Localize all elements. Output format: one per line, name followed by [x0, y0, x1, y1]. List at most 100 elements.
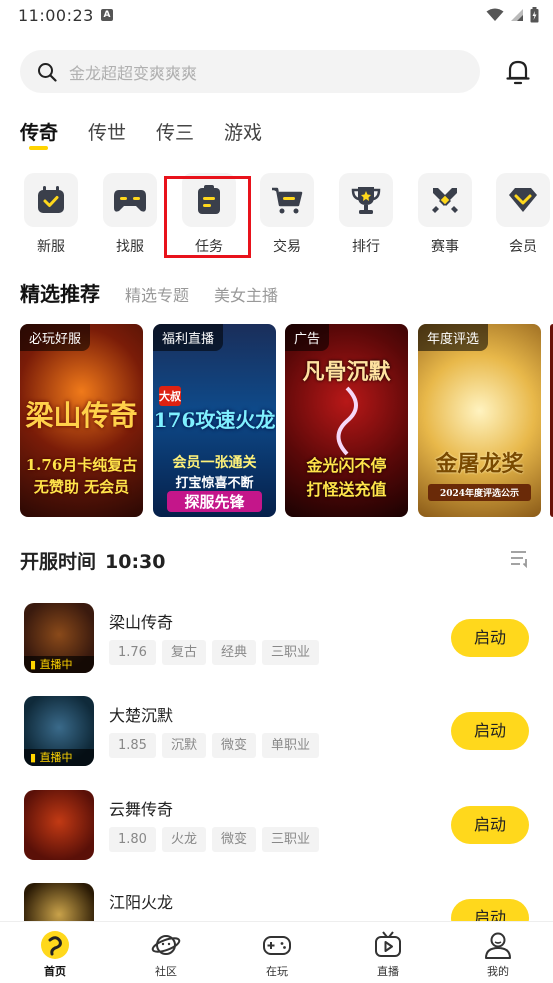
game-tag: 1.80: [109, 827, 156, 852]
func-find-server[interactable]: 找服: [103, 173, 159, 256]
banner-line: 打宝惊喜不断: [175, 476, 254, 491]
game-tags: 1.76 复古 经典 三职业: [109, 640, 319, 665]
banner-line: 金光闪不停: [306, 456, 387, 475]
bottom-nav: 首页 社区 在玩 直播 我的: [0, 921, 553, 983]
tab-chuansan[interactable]: 传三: [156, 118, 194, 148]
search-bar[interactable]: 金龙超超变爽爽爽: [20, 50, 480, 93]
game-tag: 微变: [211, 733, 256, 758]
banner-line: 2024年度评选公示: [428, 484, 531, 501]
game-row[interactable]: 江阳火龙 启动: [0, 883, 553, 921]
status-bar: 11:00:23 A: [0, 0, 553, 32]
game-tag: 三职业: [261, 640, 319, 665]
func-label: 赛事: [431, 239, 459, 255]
func-ranking[interactable]: 排行: [339, 173, 395, 256]
live-icon: ▮: [30, 658, 40, 671]
nav-community[interactable]: 社区: [136, 930, 196, 979]
banner-title: 凡骨沉默: [302, 359, 391, 385]
game-name: 江阳火龙: [109, 893, 174, 912]
live-label: 直播中: [39, 751, 73, 764]
tv-play-icon: [375, 931, 401, 957]
banner-card[interactable]: 梁山传奇 1.76月卡纯复古 无赞助 无会员 必玩好服: [20, 324, 143, 517]
game-tag: 三职业: [261, 827, 319, 852]
bell-icon[interactable]: [505, 58, 531, 86]
launch-button[interactable]: 启动: [451, 619, 529, 657]
launch-button[interactable]: 启动: [451, 899, 529, 921]
nav-label: 我的: [487, 965, 509, 978]
nav-home[interactable]: 首页: [25, 930, 85, 979]
func-vip[interactable]: 会员: [496, 173, 552, 256]
banner-card[interactable]: 凡骨沉默 金光闪不停 打怪送充值 广告: [285, 324, 408, 517]
banner-title: 梁山传奇: [25, 399, 138, 432]
game-tag: 复古: [161, 640, 206, 665]
game-row[interactable]: ▮ 直播中 梁山传奇 1.76 复古 经典 三职业 启动: [0, 603, 553, 675]
banner-card[interactable]: 大叔 176攻速火龙 会员一张通关 打宝惊喜不断 探服先锋 福利直播: [153, 324, 276, 517]
nav-profile[interactable]: 我的: [468, 930, 528, 979]
function-grid: 新服 找服 任务 交易 排行 赛事 会员: [0, 173, 553, 263]
game-name: 梁山传奇: [109, 613, 174, 632]
planet-icon: [151, 935, 181, 955]
func-label: 会员: [509, 239, 537, 255]
task-highlight-box: [164, 176, 251, 258]
func-label: 排行: [352, 239, 380, 255]
active-tab-indicator: [29, 146, 48, 150]
launch-button[interactable]: 启动: [451, 712, 529, 750]
game-list: ▮ 直播中 梁山传奇 1.76 复古 经典 三职业 启动 ▮ 直播中 大楚沉默 …: [0, 603, 553, 921]
search-icon: [38, 62, 57, 82]
wifi-icon: [486, 8, 504, 21]
live-icon: ▮: [30, 751, 40, 764]
func-events[interactable]: 赛事: [418, 173, 474, 256]
banner-title: 金屠龙奖: [435, 451, 524, 477]
shopping-cart-icon: [272, 187, 303, 214]
home-logo-icon: [41, 931, 69, 959]
game-tag: 单职业: [261, 733, 319, 758]
tab-chuanqi[interactable]: 传奇: [20, 118, 58, 148]
banner-line: 打怪送充值: [306, 480, 387, 499]
nav-label: 社区: [155, 965, 177, 978]
status-icons: [486, 6, 539, 24]
live-badge: ▮ 直播中: [24, 749, 94, 766]
banner-dragon-art: [336, 386, 358, 456]
nav-label: 在玩: [266, 965, 288, 978]
game-tags: 1.80 火龙 微变 三职业: [109, 827, 319, 852]
func-label: 新服: [37, 239, 65, 255]
banner-line: 探服先锋: [167, 491, 262, 512]
game-tag: 经典: [211, 640, 256, 665]
tab-youxi[interactable]: 游戏: [224, 118, 262, 148]
func-trade[interactable]: 交易: [260, 173, 316, 256]
list-sort-icon[interactable]: [510, 550, 530, 568]
server-section-time: 10:30: [105, 551, 166, 573]
banner-card[interactable]: 金屠龙奖 2024年度评选公示 年度评选: [418, 324, 541, 517]
func-new-server[interactable]: 新服: [24, 173, 80, 256]
game-thumbnail: ▮ 直播中: [24, 696, 94, 766]
launch-button[interactable]: 启动: [451, 806, 529, 844]
nav-live[interactable]: 直播: [358, 930, 418, 979]
banner-badge: 大叔: [159, 386, 181, 406]
game-row[interactable]: 云舞传奇 1.80 火龙 微变 三职业 启动: [0, 790, 553, 862]
user-icon: [485, 932, 511, 959]
tab-featured[interactable]: 精选推荐: [20, 278, 100, 307]
banner-line: 无赞助 无会员: [33, 478, 130, 496]
tab-topics[interactable]: 精选专题: [125, 282, 189, 306]
server-time-header: 开服时间 10:30: [20, 547, 166, 574]
game-tag: 1.76: [109, 640, 156, 665]
game-name: 大楚沉默: [109, 706, 174, 725]
nav-playing[interactable]: 在玩: [247, 930, 307, 979]
gamepad-icon: [263, 936, 291, 955]
tab-streamers[interactable]: 美女主播: [214, 282, 278, 306]
battery-icon: [530, 7, 539, 23]
game-thumbnail: [24, 883, 94, 921]
gamepad-icon: [114, 190, 146, 212]
banner-tag: 福利直播: [153, 324, 224, 351]
game-tags: 1.85 沉默 微变 单职业: [109, 733, 319, 758]
game-row[interactable]: ▮ 直播中 大楚沉默 1.85 沉默 微变 单职业 启动: [0, 696, 553, 768]
game-tag: 1.85: [109, 733, 156, 758]
game-tag: 微变: [211, 827, 256, 852]
nav-label: 直播: [377, 965, 399, 978]
category-tabs: 传奇 传世 传三 游戏: [20, 118, 292, 148]
live-label: 直播中: [39, 658, 73, 671]
banner-title: 176攻速火龙: [153, 408, 276, 432]
banner-tag: 必玩好服: [20, 324, 91, 351]
search-input[interactable]: 金龙超超变爽爽爽: [69, 60, 197, 84]
tab-chuanshi[interactable]: 传世: [88, 118, 126, 148]
banner-carousel: 梁山传奇 1.76月卡纯复古 无赞助 无会员 必玩好服 大叔 176攻速火龙 会…: [20, 324, 553, 517]
